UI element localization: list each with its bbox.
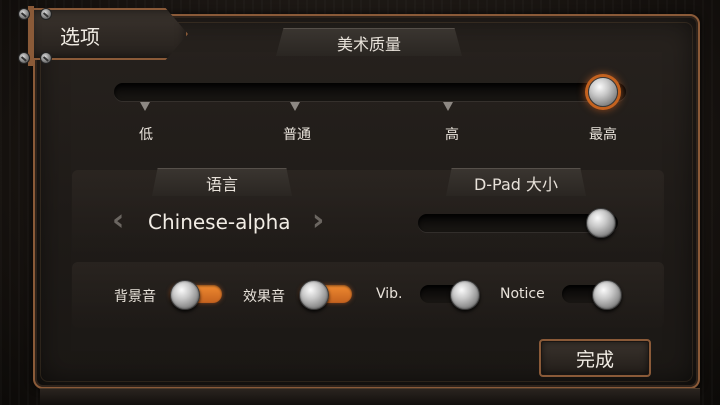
vib-toggle-label: Vib. [376, 286, 403, 302]
art-quality-tick [443, 102, 453, 111]
bottom-frame [40, 388, 700, 405]
title-tab [28, 8, 188, 60]
chevron-left-icon[interactable]: ‹ [112, 206, 124, 236]
screw-icon [18, 52, 30, 64]
vib-toggle-knob[interactable] [450, 280, 480, 310]
art-quality-level-high[interactable]: 高 [445, 124, 459, 144]
art-quality-level-highest[interactable]: 最高 [589, 124, 617, 144]
art-quality-header: 美术质量 [276, 28, 462, 56]
dpad-slider-knob[interactable] [586, 208, 616, 238]
art-quality-slider-track[interactable] [114, 83, 626, 101]
done-button-label: 完成 [575, 348, 614, 371]
art-quality-tick [140, 102, 150, 111]
dpad-header-label: D-Pad 大小 [473, 174, 559, 194]
music-toggle-label: 背景音 [114, 289, 156, 305]
done-button[interactable]: 完成 [539, 339, 651, 377]
sfx-toggle-label: 效果音 [243, 289, 285, 305]
art-quality-tick [290, 102, 300, 111]
art-quality-header-label: 美术质量 [336, 34, 401, 54]
art-quality-level-low[interactable]: 低 [139, 124, 153, 144]
dpad-header: D-Pad 大小 [446, 168, 586, 196]
sfx-toggle-knob[interactable] [299, 280, 329, 310]
chevron-right-icon[interactable]: › [312, 206, 324, 236]
language-value: Chinese-alpha [148, 210, 291, 234]
music-toggle-knob[interactable] [170, 280, 200, 310]
language-header-label: 语言 [205, 174, 238, 194]
art-quality-slider-knob[interactable] [588, 77, 618, 107]
language-header: 语言 [152, 168, 292, 196]
notice-toggle-label: Notice [500, 286, 545, 302]
notice-toggle-knob[interactable] [592, 280, 622, 310]
screw-icon [40, 52, 52, 64]
art-quality-level-normal[interactable]: 普通 [283, 124, 311, 144]
screw-icon [40, 8, 52, 20]
screw-icon [18, 8, 30, 20]
dialog-title: 选项 [60, 25, 100, 49]
